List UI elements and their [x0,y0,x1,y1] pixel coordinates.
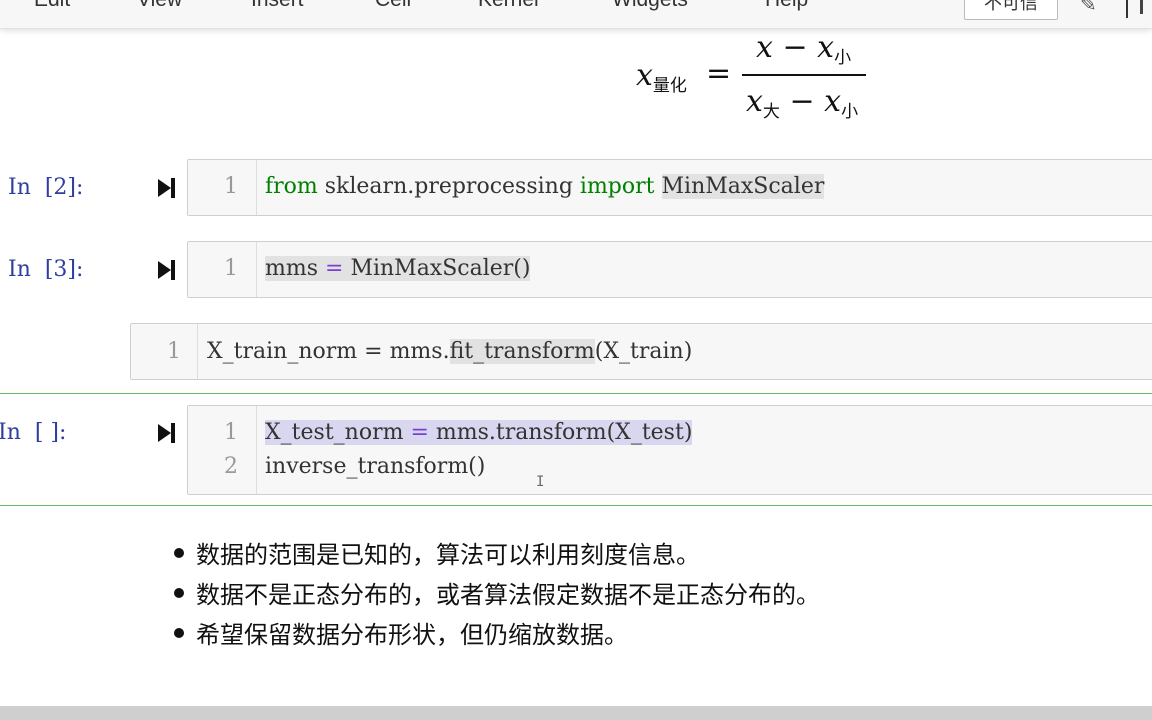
menu-bar: Edit View Insert Cell Kernel Widgets Hel… [0,0,1152,29]
formula-num-sub: 小 [834,48,852,68]
bullet-icon [174,628,184,638]
formula-equals: = [706,56,732,91]
code-line[interactable]: inverse_transform() [265,454,485,479]
formula-lhs-var: x [636,58,653,93]
formula-lhs: x量化 [636,58,687,96]
code-selection: X_test_norm = mms.transform(X_test) [265,420,693,445]
code-module: sklearn.preprocessing [317,174,580,199]
keyword-from: from [265,174,318,199]
keyword-import: import [579,174,655,199]
run-cell-icon[interactable] [158,176,178,200]
line-number: 1 [167,339,181,364]
formula-den-x: x [746,84,763,119]
edit-mode-border-bottom [0,505,1152,506]
code-line[interactable]: from sklearn.preprocessing import MinMax… [265,174,825,199]
line-number: 2 [224,454,238,479]
code-cell-input[interactable]: 1 from sklearn.preprocessing import MinM… [187,159,1152,216]
cell-prompt: In [ ]: [0,420,67,445]
code-line[interactable]: X_test_norm = mms.transform(X_test) [265,420,693,445]
formula-den-sub: 大 [762,102,780,122]
list-item-text: 数据的范围是已知的，算法可以利用刻度信息。 [196,541,700,569]
menu-edit[interactable]: Edit [34,0,70,12]
code-class-name: MinMaxScaler [661,174,825,199]
bullet-icon [174,588,184,598]
formula-num-x: x [756,30,773,65]
menu-view[interactable]: View [137,0,182,12]
kernel-status-icon [1140,0,1143,14]
code-var: X_train_norm [207,339,358,364]
formula-num-op: − [782,30,808,65]
minmax-formula: x量化 = x − x小 x大 − x小 [630,30,890,124]
line-number: 1 [224,256,238,281]
trusted-indicator[interactable]: 不可信 [964,0,1058,20]
text-cursor-icon: I [536,474,545,490]
list-item: 数据的范围是已知的，算法可以利用刻度信息。 [170,535,1070,575]
formula-denominator: x大 − x小 [746,84,858,122]
code-cell-input[interactable]: 1 2 X_test_norm = mms.transform(X_test) … [187,405,1152,495]
code-operator: = [403,420,436,445]
formula-lhs-sub: 量化 [652,76,687,96]
code-object: mms. [389,339,450,364]
run-cell-icon[interactable] [158,421,178,445]
menu-help[interactable]: Help [765,0,808,12]
formula-den-op: − [789,84,815,119]
code-method: fit_transform [449,339,595,364]
menu-kernel[interactable]: Kernel [478,0,539,12]
code-cell-input[interactable]: 1 mms = MinMaxScaler() [187,241,1152,298]
menu-cell[interactable]: Cell [375,0,411,12]
menu-widgets[interactable]: Widgets [612,0,688,12]
list-item: 数据不是正态分布的，或者算法假定数据不是正态分布的。 [170,575,1070,615]
code-operator: = [357,339,390,364]
markdown-bullet-list: 数据的范围是已知的，算法可以利用刻度信息。 数据不是正态分布的，或者算法假定数据… [170,535,1070,655]
kernel-indicator-icon [1126,0,1128,18]
bullet-icon [174,548,184,558]
menu-insert[interactable]: Insert [251,0,304,12]
list-item: 希望保留数据分布形状，但仍缩放数据。 [170,615,1070,655]
list-item-text: 希望保留数据分布形状，但仍缩放数据。 [196,621,628,649]
code-call: mms.transform(X_test) [435,420,693,445]
code-highlight: mms = MinMaxScaler() [265,256,531,281]
code-operator: = [318,256,351,281]
cell-prompt: In [2]: [8,175,84,200]
code-cell-input[interactable]: 1 X_train_norm = mms.fit_transform(X_tra… [130,323,1152,380]
formula-fraction-bar [742,74,866,76]
code-var: mms [265,256,319,281]
code-args: (X_train) [594,339,693,364]
code-line[interactable]: X_train_norm = mms.fit_transform(X_train… [207,339,692,364]
pencil-icon[interactable]: ✎ [1080,0,1097,16]
formula-den-x2: x [824,84,842,119]
run-cell-icon[interactable] [158,258,178,282]
list-item-text: 数据不是正态分布的，或者算法假定数据不是正态分布的。 [196,581,820,609]
formula-numerator: x − x小 [756,30,851,68]
cell-prompt: In [3]: [8,257,84,282]
edit-mode-border-top [0,393,1152,394]
code-call: MinMaxScaler() [350,256,531,281]
code-var: X_test_norm [265,420,404,445]
line-number: 1 [224,174,238,199]
formula-den-sub2: 小 [841,102,859,122]
line-number: 1 [224,420,238,445]
horizontal-scrollbar[interactable] [0,706,1152,720]
code-line[interactable]: mms = MinMaxScaler() [265,256,531,281]
formula-num-x2: x [817,30,835,65]
